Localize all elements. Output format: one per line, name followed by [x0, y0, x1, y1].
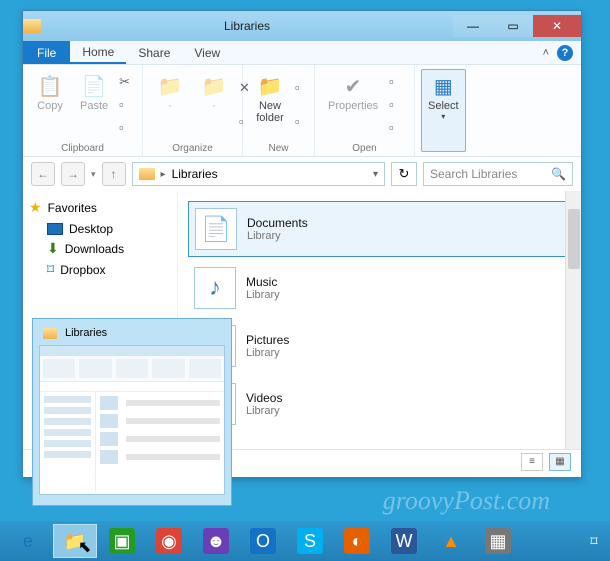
thumb-preview[interactable] [39, 345, 225, 495]
favorites-header[interactable]: ★ Favorites [29, 199, 171, 216]
library-item-music[interactable]: ♪ Music Library [188, 261, 571, 315]
location-icon [139, 168, 155, 180]
window-title: Libraries [41, 19, 453, 33]
titlebar[interactable]: Libraries — ▭ ✕ [23, 11, 581, 41]
taskbar[interactable]: e📁▣◉☻OS◐W▲▦ ⌑ [0, 521, 610, 561]
move-to-button[interactable]: 📁· [149, 69, 191, 141]
easy-access-icon[interactable]: ▫ [295, 114, 311, 130]
icons-view-button[interactable]: ▦ [549, 453, 571, 471]
dropbox-icon: ⌑ [47, 261, 54, 278]
watermark: groovyPost.com [383, 486, 550, 516]
forward-button[interactable]: → [61, 162, 85, 186]
group-open-label: Open [321, 141, 408, 154]
group-new-label: New [249, 141, 308, 154]
library-item-videos[interactable]: ► Videos Library [188, 377, 571, 431]
ribbon-tabs: File Home Share View ˄ ? [23, 41, 581, 65]
edit-icon[interactable]: ▫ [389, 97, 405, 113]
taskbar-ie[interactable]: e [6, 524, 50, 558]
nav-item-desktop[interactable]: Desktop [29, 220, 171, 238]
back-button[interactable]: ← [31, 162, 55, 186]
select-button[interactable]: ▦Select▾ [421, 69, 466, 152]
up-button[interactable]: ↑ [102, 162, 126, 186]
thumb-app-icon [43, 328, 57, 339]
tab-view[interactable]: View [182, 41, 232, 64]
paste-shortcut-icon[interactable]: ▫ [119, 120, 135, 136]
taskbar-thumbnail[interactable]: Libraries [32, 318, 232, 506]
app-icon [23, 19, 41, 33]
taskbar-firefox[interactable]: ◐ [335, 524, 379, 558]
taskbar-skype[interactable]: S [288, 524, 332, 558]
scrollbar[interactable] [565, 191, 581, 449]
nav-item-downloads[interactable]: ⬇ Downloads [29, 238, 171, 259]
taskbar-explorer[interactable]: 📁 [53, 524, 97, 558]
tab-share[interactable]: Share [126, 41, 182, 64]
taskbar-outlook[interactable]: O [241, 524, 285, 558]
copy-path-icon[interactable]: ▫ [119, 97, 135, 113]
group-clipboard-label: Clipboard [29, 141, 136, 154]
ribbon: 📋Copy 📄Paste ✂ ▫ ▫ Clipboard 📁· 📁· ✕ ▫ O… [23, 65, 581, 157]
taskbar-app2[interactable]: ▦ [476, 524, 520, 558]
library-item-documents[interactable]: 📄 Documents Library [188, 201, 571, 257]
taskbar-chrome[interactable]: ◉ [147, 524, 191, 558]
open-icon[interactable]: ▫ [389, 74, 405, 90]
taskbar-app1[interactable]: ☻ [194, 524, 238, 558]
address-dropdown-icon[interactable]: ▾ [373, 169, 378, 180]
details-view-button[interactable]: ≡ [521, 453, 543, 471]
copy-to-button[interactable]: 📁· [193, 69, 235, 141]
star-icon: ★ [29, 199, 42, 216]
file-tab[interactable]: File [23, 41, 70, 64]
minimize-button[interactable]: — [453, 15, 493, 37]
taskbar-vlc[interactable]: ▲ [429, 524, 473, 558]
download-icon: ⬇ [47, 240, 59, 257]
properties-button[interactable]: ✔Properties [321, 69, 385, 141]
items-view[interactable]: 📄 Documents Library♪ Music Library▦ Pict… [178, 191, 581, 449]
ribbon-collapse-button[interactable]: ˄ [543, 47, 549, 59]
thumb-title: Libraries [65, 327, 107, 339]
group-select-label [421, 152, 479, 154]
library-icon: 📄 [195, 208, 237, 250]
paste-button[interactable]: 📄Paste [73, 69, 115, 141]
help-icon[interactable]: ? [557, 45, 573, 61]
close-button[interactable]: ✕ [533, 15, 581, 37]
taskbar-word[interactable]: W [382, 524, 426, 558]
search-input[interactable]: Search Libraries 🔍 [423, 162, 573, 186]
address-input[interactable]: ▸ Libraries ▾ [132, 162, 385, 186]
cut-icon[interactable]: ✂ [119, 74, 135, 90]
new-item-icon[interactable]: ▫ [295, 80, 311, 96]
library-icon: ♪ [194, 267, 236, 309]
copy-button[interactable]: 📋Copy [29, 69, 71, 141]
search-icon: 🔍 [551, 167, 566, 181]
tab-home[interactable]: Home [70, 41, 126, 64]
maximize-button[interactable]: ▭ [493, 15, 533, 37]
nav-item-dropbox[interactable]: ⌑ Dropbox [29, 259, 171, 280]
library-item-pictures[interactable]: ▦ Pictures Library [188, 319, 571, 373]
refresh-button[interactable]: ↻ [391, 162, 417, 186]
taskbar-store[interactable]: ▣ [100, 524, 144, 558]
group-organize-label: Organize [149, 141, 236, 154]
address-bar: ← → ▾ ↑ ▸ Libraries ▾ ↻ Search Libraries… [23, 157, 581, 191]
search-placeholder: Search Libraries [430, 167, 517, 181]
tray-dropbox-icon[interactable]: ⌑ [584, 531, 604, 551]
new-folder-button[interactable]: 📁New folder [249, 69, 291, 141]
history-icon[interactable]: ▫ [389, 120, 405, 136]
desktop-icon [47, 223, 63, 235]
recent-dropdown[interactable]: ▾ [91, 169, 96, 180]
address-path: Libraries [172, 167, 218, 181]
